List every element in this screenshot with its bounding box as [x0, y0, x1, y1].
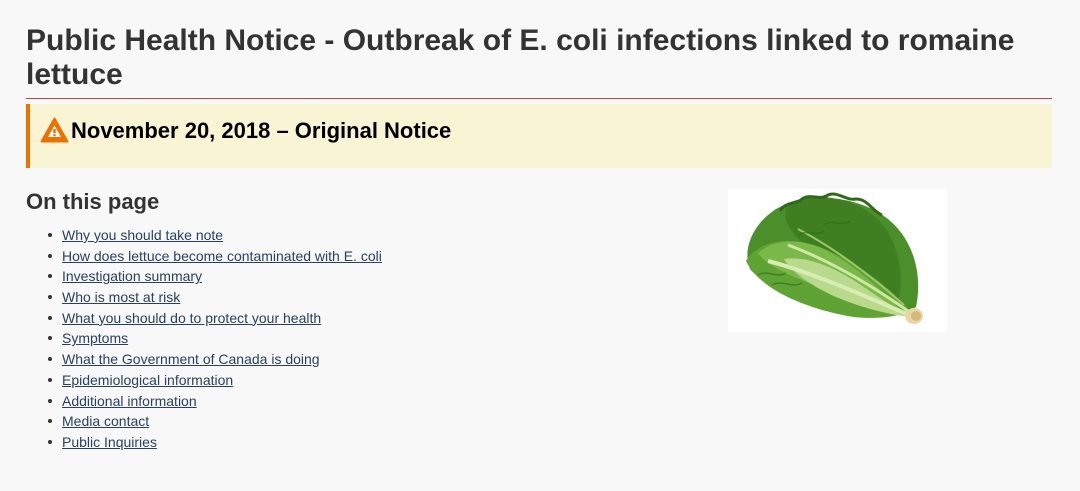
toc-link-public-inquiries[interactable]: Public Inquiries [62, 434, 157, 450]
notice-heading: November 20, 2018 – Original Notice [71, 118, 452, 143]
toc-item: What the Government of Canada is doing [48, 349, 382, 370]
bullet-icon [48, 274, 52, 279]
toc-item: Why you should take note [48, 225, 382, 246]
toc-item: Media contact [48, 411, 382, 432]
bullet-icon [48, 439, 52, 444]
romaine-lettuce-image [728, 189, 947, 332]
toc-item: How does lettuce become contaminated wit… [48, 246, 382, 267]
toc-list: Why you should take note How does lettuc… [48, 225, 382, 453]
bullet-icon [48, 357, 52, 362]
toc-link-at-risk[interactable]: Who is most at risk [62, 289, 180, 305]
toc-link-symptoms[interactable]: Symptoms [62, 330, 128, 346]
toc-item: Additional information [48, 391, 382, 412]
lettuce-illustration [746, 192, 923, 324]
toc-item: Epidemiological information [48, 370, 382, 391]
toc-link-epidemiological[interactable]: Epidemiological information [62, 372, 233, 388]
toc-heading: On this page [26, 189, 160, 214]
bullet-icon [48, 295, 52, 300]
toc-link-media-contact[interactable]: Media contact [62, 413, 149, 429]
page-title: Public Health Notice - Outbreak of E. co… [26, 24, 1015, 91]
toc-item: Symptoms [48, 328, 382, 349]
toc-item: Investigation summary [48, 266, 382, 287]
toc-link-additional-info[interactable]: Additional information [62, 393, 197, 409]
toc-item: Public Inquiries [48, 432, 382, 453]
toc-link-protect-health[interactable]: What you should do to protect your healt… [62, 310, 321, 326]
bullet-icon [48, 398, 52, 403]
bullet-icon [48, 336, 52, 341]
toc-link-why-take-note[interactable]: Why you should take note [62, 227, 223, 243]
toc-link-government[interactable]: What the Government of Canada is doing [62, 351, 320, 367]
bullet-icon [48, 253, 52, 258]
bullet-icon [48, 233, 52, 237]
toc-item: Who is most at risk [48, 287, 382, 308]
toc-link-contamination[interactable]: How does lettuce become contaminated wit… [62, 248, 382, 264]
notice-alert: November 20, 2018 – Original Notice [26, 104, 1052, 168]
toc-link-investigation[interactable]: Investigation summary [62, 268, 202, 284]
toc-item: What you should do to protect your healt… [48, 308, 382, 329]
bullet-icon [48, 419, 52, 424]
warning-triangle-icon [40, 117, 69, 143]
bullet-icon [48, 315, 52, 320]
title-divider [26, 98, 1052, 99]
bullet-icon [48, 377, 52, 382]
